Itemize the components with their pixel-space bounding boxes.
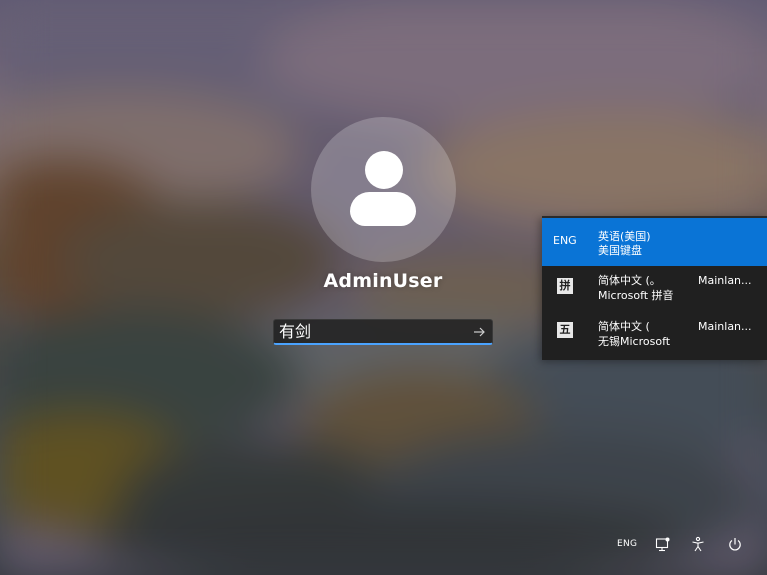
network-icon[interactable]	[655, 536, 671, 554]
ime-keyboard-label: Microsoft 拼音	[598, 289, 674, 302]
ime-language-label: 简体中文 (。	[598, 274, 661, 287]
ime-item-pinyin[interactable]: 拼 简体中文 (。 Microsoft 拼音 Mainlan...	[542, 266, 767, 312]
lock-screen: AdminUser 有剑 ENG 英语(美国) 美国键盘 拼 简体中文 (。 M…	[0, 0, 767, 575]
ime-keyboard-label: 美国键盘	[598, 244, 642, 257]
wubi-icon: 五	[557, 322, 573, 338]
input-method-menu: ENG 英语(美国) 美国键盘 拼 简体中文 (。 Microsoft 拼音 M…	[542, 216, 767, 360]
password-text: 有剑	[279, 322, 312, 341]
user-name: AdminUser	[323, 270, 443, 292]
ime-language-label: 简体中文 (	[598, 320, 650, 333]
submit-arrow-icon[interactable]	[472, 325, 486, 339]
pinyin-icon: 拼	[557, 278, 573, 294]
language-indicator[interactable]: ENG	[617, 539, 637, 557]
avatar-head-icon	[365, 151, 403, 189]
ime-keyboard-label: 无锡Microsoft	[598, 335, 671, 348]
power-icon[interactable]	[727, 536, 743, 554]
ime-short-label: ENG	[553, 234, 577, 247]
avatar	[311, 117, 456, 262]
avatar-body-icon	[350, 192, 416, 226]
ime-region-label: Mainlan...	[698, 320, 752, 333]
password-input[interactable]: 有剑	[273, 319, 493, 345]
ime-item-wubi[interactable]: 五 简体中文 ( 无锡Microsoft Mainlan...	[542, 312, 767, 358]
ime-language-label: 英语(美国)	[598, 230, 651, 243]
accessibility-icon[interactable]	[690, 536, 706, 554]
ime-region-label: Mainlan...	[698, 274, 752, 287]
ime-item-english[interactable]: ENG 英语(美国) 美国键盘	[542, 218, 767, 266]
